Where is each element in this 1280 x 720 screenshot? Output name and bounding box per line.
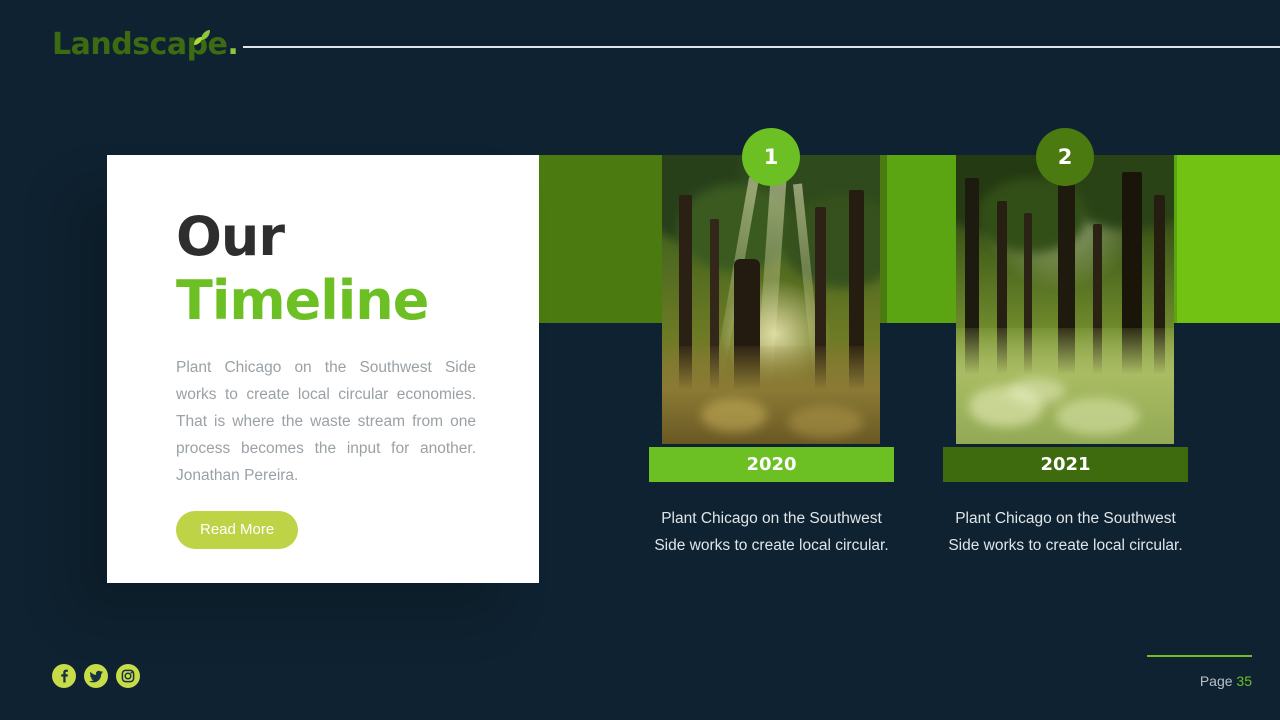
page-header: Landscape. (0, 0, 1280, 90)
forest-image (662, 155, 880, 444)
green-band-right (1177, 155, 1280, 323)
instagram-button[interactable] (116, 664, 140, 688)
page-number: 35 (1236, 673, 1252, 689)
leaf-icon (189, 29, 211, 49)
timeline-badge: 2 (1036, 128, 1094, 186)
timeline-badge: 1 (742, 128, 800, 186)
page-indicator: Page 35 (1147, 655, 1252, 689)
page-title: Our Timeline (176, 205, 479, 332)
instagram-icon (121, 669, 135, 683)
timeline-year: 2020 (649, 447, 894, 482)
timeline-photo (956, 155, 1174, 444)
intro-paragraph: Plant Chicago on the Southwest Side work… (176, 359, 476, 485)
social-links (52, 664, 140, 688)
page-label: Page (1199, 673, 1233, 689)
facebook-button[interactable] (52, 664, 76, 688)
timeline-caption: Plant Chicago on the Southwest Side work… (654, 510, 889, 554)
facebook-icon (57, 669, 71, 683)
forest-image (956, 155, 1174, 444)
read-more-button[interactable]: Read More (176, 511, 299, 550)
timeline-caption: Plant Chicago on the Southwest Side work… (948, 510, 1183, 554)
timeline-year: 2021 (943, 447, 1188, 482)
timeline-photo (662, 155, 880, 444)
intro-card: Our Timeline Plant Chicago on the Southw… (107, 155, 539, 583)
title-line-1: Our (176, 205, 285, 268)
page-indicator-rule (1147, 655, 1252, 657)
title-line-2: Timeline (176, 268, 429, 332)
brand-dot: . (227, 27, 239, 62)
page-indicator-text: Page 35 (1147, 673, 1252, 689)
header-divider (243, 46, 1280, 48)
twitter-button[interactable] (84, 664, 108, 688)
twitter-icon (88, 669, 104, 683)
